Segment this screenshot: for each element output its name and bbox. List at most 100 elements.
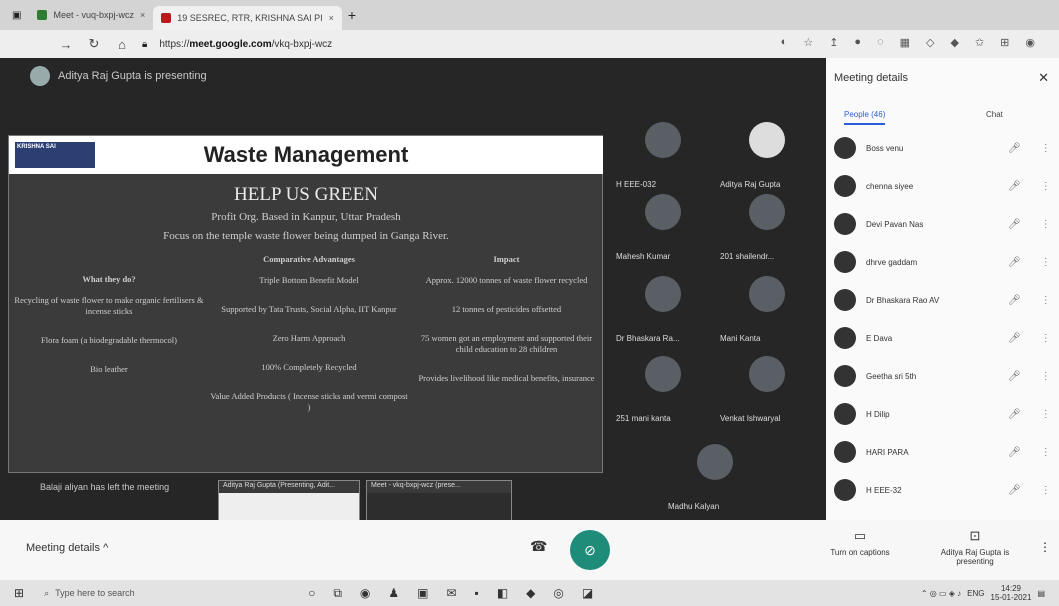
home-icon[interactable]: ⌂ [114,37,130,52]
back-arrow-icon[interactable]: → [58,37,74,52]
slide-column-impact: Impact Approx. 12000 tonnes of waste flo… [418,254,595,383]
mic-off-icon: 🎤︎ [1008,180,1021,192]
participant-row[interactable]: Boss venu 🎤︎ ⋮ [834,134,1054,162]
captions-button[interactable]: ▭ Turn on captions [820,528,900,557]
doc-favicon-icon [161,13,172,23]
close-icon[interactable]: ✕ [1038,70,1049,86]
collections-icon[interactable]: ⊞ [1000,36,1009,49]
extension-icon[interactable]: ◇ [926,36,934,49]
extension-icon[interactable]: ◐ [781,36,788,49]
meet-bottom-bar: Meeting details ^ ☎ ⊘ ▭ Turn on captions … [0,520,1059,580]
participant-avatar [749,194,785,230]
browser-toolbar-icons: ◐ ☆ ↥ ● ◌ ▦ ◇ ◆ ✩ ⊞ ◉ [781,36,1035,49]
mail-icon[interactable]: ✉ [446,586,456,601]
participant-avatar [749,356,785,392]
participant-row[interactable]: HARI PARA 🎤︎ ⋮ [834,438,1054,466]
meet-favicon-icon [37,10,48,20]
record-icon[interactable]: ● [854,36,861,49]
more-options-icon[interactable]: ⋮ [1039,540,1051,554]
slide-title-bar: KRISHNA SAI Waste Management [9,136,603,174]
pin-icon[interactable]: ↥ [829,36,838,49]
present-screen-icon: ⊡ [969,528,981,543]
app-icon[interactable]: ◪ [582,586,593,601]
browser-tab-meet[interactable]: Meet - vuq-bxpj-wcz × [29,4,153,26]
taskbar-apps: ○ ⧉ ◉ ♟ ▣ ✉ ▪ ◧ ◆ ◎ ◪ [308,586,593,601]
slide-subtitle: Focus on the temple waste flower being d… [163,230,449,242]
task-view-icon[interactable]: ⧉ [333,586,342,601]
avatar [834,175,856,197]
tab-label: Meet - vuq-bxpj-wcz [53,10,134,20]
windows-start-icon[interactable]: ⊞ [14,586,24,600]
participant-row[interactable]: Geetha sri 5th 🎤︎ ⋮ [834,362,1054,390]
shield-icon[interactable]: ◆ [950,36,958,49]
participant-row[interactable]: Dr Bhaskara Rao AV 🎤︎ ⋮ [834,286,1054,314]
app-icon[interactable]: ♟ [388,586,399,601]
hangup-button[interactable]: ☎ [530,538,547,555]
app-icon[interactable]: ◧ [497,586,508,601]
meeting-details-button[interactable]: Meeting details ^ [26,542,108,554]
notifications-icon[interactable]: ▤ [1037,589,1045,598]
stop-presenting-button[interactable]: ⊘ [570,530,610,570]
close-tab-icon[interactable]: × [140,10,145,20]
slide-column-advantages: Comparative Advantages Triple Bottom Ben… [210,254,408,412]
meet-stage: Aditya Raj Gupta is presenting KRISHNA S… [0,58,826,520]
tab-label: 19 SESREC, RTR, KRISHNA SAI PI [177,13,323,23]
app-icon[interactable]: ▪ [475,586,479,601]
participant-tile[interactable]: Venkat Ishwaryal [716,350,816,430]
participant-tile[interactable]: 251 mani kanta [612,350,712,430]
mic-off-icon: 🎤︎ [1008,370,1021,382]
taskbar-search[interactable]: ⌕ Type here to search [38,583,268,603]
participant-avatar [645,194,681,230]
participant-avatar [645,276,681,312]
windows-taskbar: ⊞ ⌕ Type here to search ○ ⧉ ◉ ♟ ▣ ✉ ▪ ◧ ◆… [0,580,1059,606]
url-field[interactable]: https://meet.google.com/vkq-bxpj-wcz [159,39,332,50]
reload-icon[interactable]: ↻ [86,36,102,52]
app-icon[interactable]: ◆ [526,586,535,601]
star-icon[interactable]: ☆ [803,36,813,49]
profile-avatar-icon[interactable]: ◉ [1025,36,1035,49]
app-icon[interactable]: ◎ [553,586,563,601]
browser-tab-doc[interactable]: 19 SESREC, RTR, KRISHNA SAI PI × [153,6,342,30]
extension-icon[interactable]: ▦ [900,36,910,49]
participant-row[interactable]: H EEE-32 🎤︎ ⋮ [834,476,1054,504]
mic-off-icon: 🎤︎ [1008,446,1021,458]
participant-row[interactable]: dhrve gaddam 🎤︎ ⋮ [834,248,1054,276]
more-options-icon: ⋮ [1040,332,1051,344]
tray-icons[interactable]: ⌃ ◎ ▭ ◈ ♪ [921,589,961,598]
tab-chat[interactable]: Chat [986,110,1003,119]
avatar [834,251,856,273]
participant-row[interactable]: chenna siyee 🎤︎ ⋮ [834,172,1054,200]
participant-row[interactable]: E Dava 🎤︎ ⋮ [834,324,1054,352]
participant-tile[interactable]: Mahesh Kumar [612,188,712,268]
participant-tile[interactable]: 201 shailendr... [716,188,816,268]
presenting-status-button[interactable]: ⊡ Aditya Raj Gupta is presenting [935,528,1015,566]
avatar [834,289,856,311]
tab-people[interactable]: People (46) [844,110,886,125]
extension-icon[interactable]: ◌ [877,36,884,49]
new-tab-button[interactable]: + [348,7,356,23]
browser-app-icon[interactable]: ◉ [360,586,370,601]
store-icon[interactable]: ▣ [417,586,428,601]
presenter-avatar [30,66,50,86]
favorites-icon[interactable]: ✩ [975,36,984,49]
language-indicator[interactable]: ENG [967,589,984,598]
search-icon: ⌕ [44,587,50,598]
clock[interactable]: 14:29 15-01-2021 [991,584,1032,602]
screen: ▣ Meet - vuq-bxpj-wcz × 19 SESREC, RTR, … [0,0,1059,606]
system-tray: ⌃ ◎ ▭ ◈ ♪ ENG 14:29 15-01-2021 ▤ [921,584,1045,602]
participant-row[interactable]: Devi Pavan Nas 🎤︎ ⋮ [834,210,1054,238]
window-menu-icon[interactable]: ▣ [12,10,21,21]
participant-tile[interactable]: Aditya Raj Gupta [716,116,816,196]
task-view-icon[interactable]: ○ [308,586,315,601]
more-options-icon: ⋮ [1040,370,1051,382]
left-meeting-toast: Balaji aliyan has left the meeting [40,482,170,492]
participant-tile[interactable]: Mani Kanta [716,270,816,350]
participant-tile[interactable]: H EEE-032 [612,116,712,196]
participant-tile[interactable]: Dr Bhaskara Ra... [612,270,712,350]
participant-avatar [697,444,733,480]
avatar [834,213,856,235]
participant-row[interactable]: H Dilip 🎤︎ ⋮ [834,400,1054,428]
slide-subtitle: Profit Org. Based in Kanpur, Uttar Prade… [211,211,401,223]
close-tab-icon[interactable]: × [329,13,334,23]
participant-tile[interactable]: Madhu Kalyan [664,438,764,518]
